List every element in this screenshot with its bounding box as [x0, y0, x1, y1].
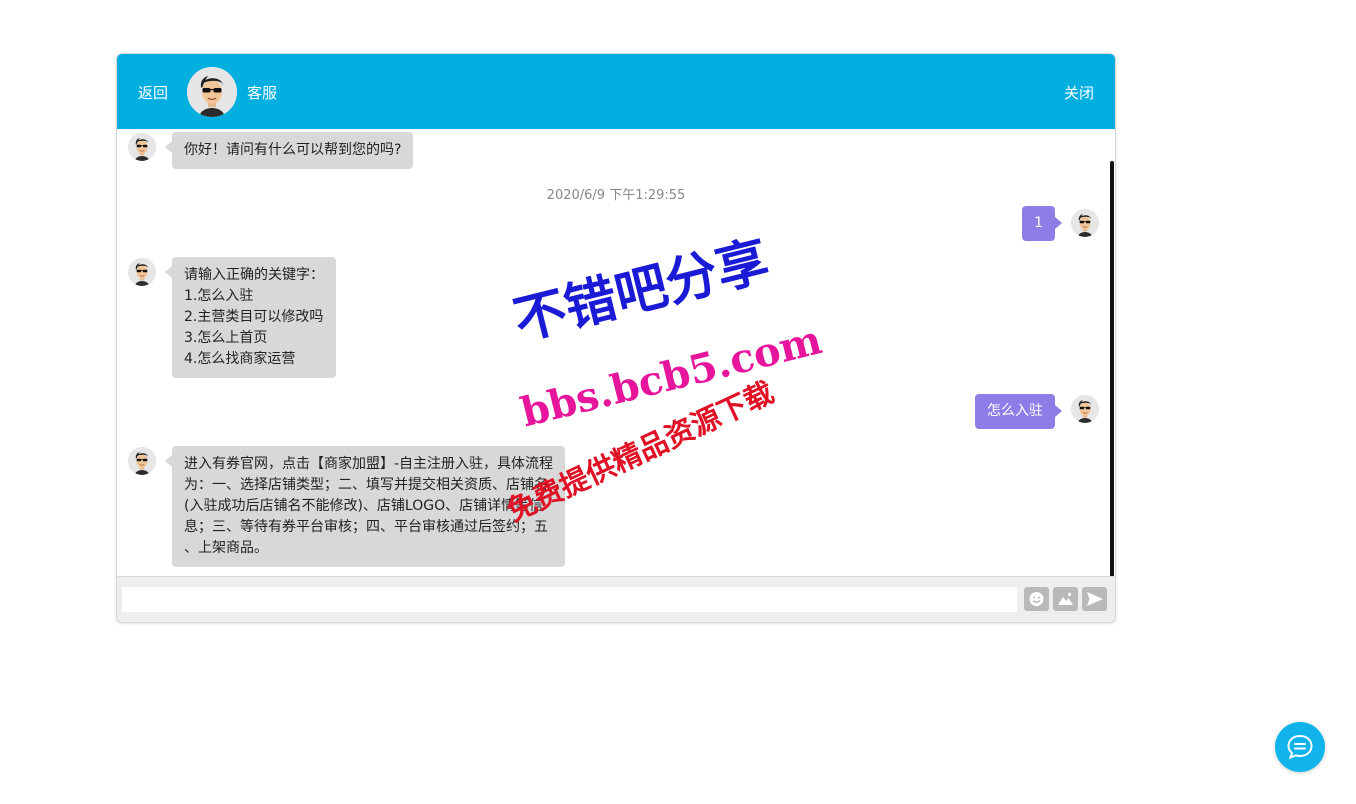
- agent-face-icon: [128, 133, 156, 161]
- agent-avatar-small: [128, 447, 156, 475]
- emoji-icon: [1029, 592, 1044, 606]
- agent-message-bubble: 请输入正确的关键字： 1.怎么入驻 2.主营类目可以修改吗 3.怎么上首页 4.…: [165, 257, 336, 378]
- message-timestamp: 2020/6/9 下午1:29:55: [546, 188, 686, 203]
- close-button[interactable]: 关闭: [1064, 82, 1094, 103]
- send-button[interactable]: [1082, 587, 1107, 611]
- message-input[interactable]: [122, 587, 1017, 612]
- agent-face-icon: [128, 447, 156, 475]
- message-text: 1: [1034, 215, 1043, 231]
- message-line: 3.怎么上首页: [184, 330, 268, 346]
- agent-name: 客服: [247, 84, 278, 102]
- message-line: (入驻成功后店铺名不能修改)、店铺LOGO、店铺详情等信: [184, 498, 544, 514]
- agent-avatar: [187, 67, 237, 117]
- image-button[interactable]: [1053, 587, 1078, 611]
- user-face-icon: [1071, 395, 1099, 423]
- user-face-icon: [1071, 209, 1099, 237]
- chat-bubble-icon: [1287, 734, 1313, 760]
- message-line: 1.怎么入驻: [184, 288, 254, 304]
- agent-face-icon: [128, 258, 156, 286]
- message-line: 为：一、选择店铺类型；二、填写并提交相关资质、店铺名: [184, 477, 548, 493]
- chat-window: 返回 客服 关闭 你好！请问有什么可以帮到您的吗? 2020/6/9 下午1:2…: [116, 53, 1116, 623]
- user-avatar-small: [1071, 209, 1099, 237]
- chat-launcher-button[interactable]: [1275, 722, 1325, 772]
- chat-header: 返回 客服 关闭: [117, 54, 1115, 129]
- back-button[interactable]: 返回: [138, 82, 168, 103]
- image-icon: [1058, 592, 1073, 605]
- message-line: 进入有券官网，点击【商家加盟】-自主注册入驻，具体流程: [184, 456, 554, 472]
- agent-avatar-small: [128, 133, 156, 161]
- agent-avatar-small: [128, 258, 156, 286]
- user-message-bubble: 怎么入驻: [975, 394, 1062, 429]
- scrollbar[interactable]: [1110, 161, 1114, 577]
- send-icon: [1087, 592, 1103, 606]
- user-message-bubble: 1: [1022, 206, 1062, 241]
- message-text: 怎么入驻: [987, 403, 1043, 419]
- message-line: 4.怎么找商家运营: [184, 351, 296, 367]
- agent-message-bubble: 你好！请问有什么可以帮到您的吗?: [164, 132, 414, 169]
- message-text: 你好！请问有什么可以帮到您的吗?: [184, 142, 402, 158]
- message-line: 息；三、等待有券平台审核；四、平台审核通过后签约；五: [184, 519, 548, 535]
- agent-message-bubble: 进入有券官网，点击【商家加盟】-自主注册入驻，具体流程 为：一、选择店铺类型；二…: [164, 446, 566, 567]
- emoji-button[interactable]: [1024, 587, 1049, 611]
- agent-face-icon: [187, 67, 237, 117]
- user-avatar-small: [1071, 395, 1099, 423]
- message-line: 2.主营类目可以修改吗: [184, 309, 324, 325]
- message-line: 请输入正确的关键字：: [184, 267, 324, 283]
- composer-bar: [117, 576, 1115, 622]
- message-list[interactable]: 你好！请问有什么可以帮到您的吗? 2020/6/9 下午1:29:55 1 请输…: [117, 129, 1115, 577]
- message-line: 、上架商品。: [184, 540, 268, 556]
